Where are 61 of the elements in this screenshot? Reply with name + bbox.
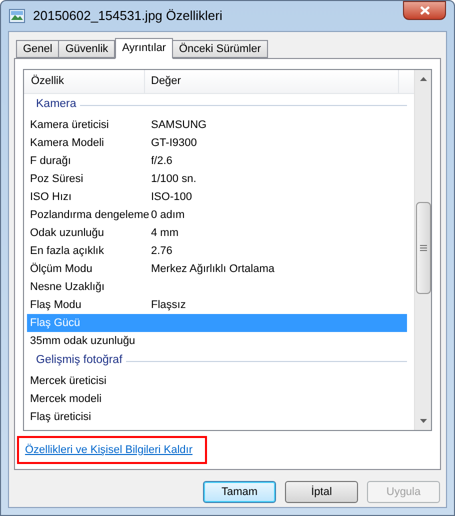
property-row[interactable]: Ölçüm Modu Merkez Ağırlıklı Ortalama: [27, 260, 407, 278]
property-name: Mercek üreticisi: [29, 374, 108, 389]
property-name: Nesne Uzaklığı: [29, 280, 106, 295]
property-row[interactable]: Mercek modeli: [27, 390, 407, 408]
property-row[interactable]: F durağı f/2.6: [27, 152, 407, 170]
property-name: En fazla açıklık: [29, 244, 105, 259]
column-header[interactable]: Özellik: [24, 70, 145, 93]
close-icon: [420, 6, 430, 15]
property-name: Ölçüm Modu: [29, 262, 94, 277]
property-value: Merkez Ağırlıklı Ortalama: [151, 262, 274, 277]
property-value: 4 mm: [151, 226, 178, 241]
grip-icon: [420, 245, 426, 251]
property-name: F durağı: [29, 154, 72, 169]
window-title: 20150602_154531.jpg Özellikleri: [33, 7, 222, 26]
dialog-button[interactable]: İptal: [285, 481, 358, 503]
property-value: SAMSUNG: [151, 118, 207, 133]
property-name: Flaş Modu: [29, 298, 82, 313]
property-row[interactable]: 35mm odak uzunluğu: [27, 332, 407, 350]
tab[interactable]: Önceki Sürümler: [172, 40, 268, 58]
property-row[interactable]: Flaş üreticisi: [27, 408, 407, 426]
property-row[interactable]: En fazla açıklık 2.76: [27, 242, 407, 260]
property-name: 35mm odak uzunluğu: [29, 334, 136, 349]
property-row[interactable]: Poz Süresi 1/100 sn.: [27, 170, 407, 188]
group-header: Kamera: [36, 97, 76, 112]
property-row[interactable]: Kamera Modeli GT-I9300: [27, 134, 407, 152]
property-name: Flaş üreticisi: [29, 410, 92, 425]
scroll-up-icon: [420, 77, 426, 81]
tab[interactable]: Güvenlik: [58, 40, 116, 58]
property-name: Odak uzunluğu: [29, 226, 105, 241]
property-value: 1/100 sn.: [151, 172, 196, 187]
property-row[interactable]: Mercek üreticisi: [27, 372, 407, 390]
property-name: Kamera Modeli: [29, 136, 105, 151]
property-row[interactable]: Nesne Uzaklığı: [27, 278, 407, 296]
property-value: Flaşsız: [151, 298, 186, 313]
property-name: Flaş Gücü: [29, 316, 82, 331]
tab[interactable]: Genel: [16, 40, 60, 58]
property-name: Kamera üreticisi: [29, 118, 110, 133]
property-name: ISO Hızı: [29, 190, 73, 205]
close-button[interactable]: [403, 1, 446, 20]
scroll-thumb[interactable]: [416, 202, 430, 294]
remove-properties-link[interactable]: Özellikleri ve Kişisel Bilgileri Kaldır: [25, 442, 192, 458]
property-value: 2.76: [151, 244, 172, 259]
image-file-icon: [9, 9, 25, 23]
property-value: GT-I9300: [151, 136, 197, 151]
scroll-down-icon: [420, 419, 426, 423]
property-value: f/2.6: [151, 154, 172, 169]
property-name: Poz Süresi: [29, 172, 84, 187]
dialog-button[interactable]: Tamam: [203, 481, 276, 503]
group-header: Gelişmiş fotoğraf: [36, 353, 122, 368]
property-name: Pozlandırma dengeleme: [29, 208, 150, 223]
column-header[interactable]: Değer: [145, 70, 399, 93]
scrollbar[interactable]: [414, 70, 431, 430]
property-name: Mercek modeli: [29, 392, 103, 407]
property-value: ISO-100: [151, 190, 192, 205]
property-row[interactable]: Pozlandırma dengeleme 0 adım: [27, 206, 407, 224]
tab[interactable]: Ayrıntılar: [115, 38, 173, 59]
property-row[interactable]: Kamera üreticisi SAMSUNG: [27, 116, 407, 134]
property-row[interactable]: Flaş Modu Flaşsız: [27, 296, 407, 314]
property-row[interactable]: ISO Hızı ISO-100: [27, 188, 407, 206]
property-row[interactable]: Odak uzunluğu 4 mm: [27, 224, 407, 242]
property-value: 0 adım: [151, 208, 185, 223]
